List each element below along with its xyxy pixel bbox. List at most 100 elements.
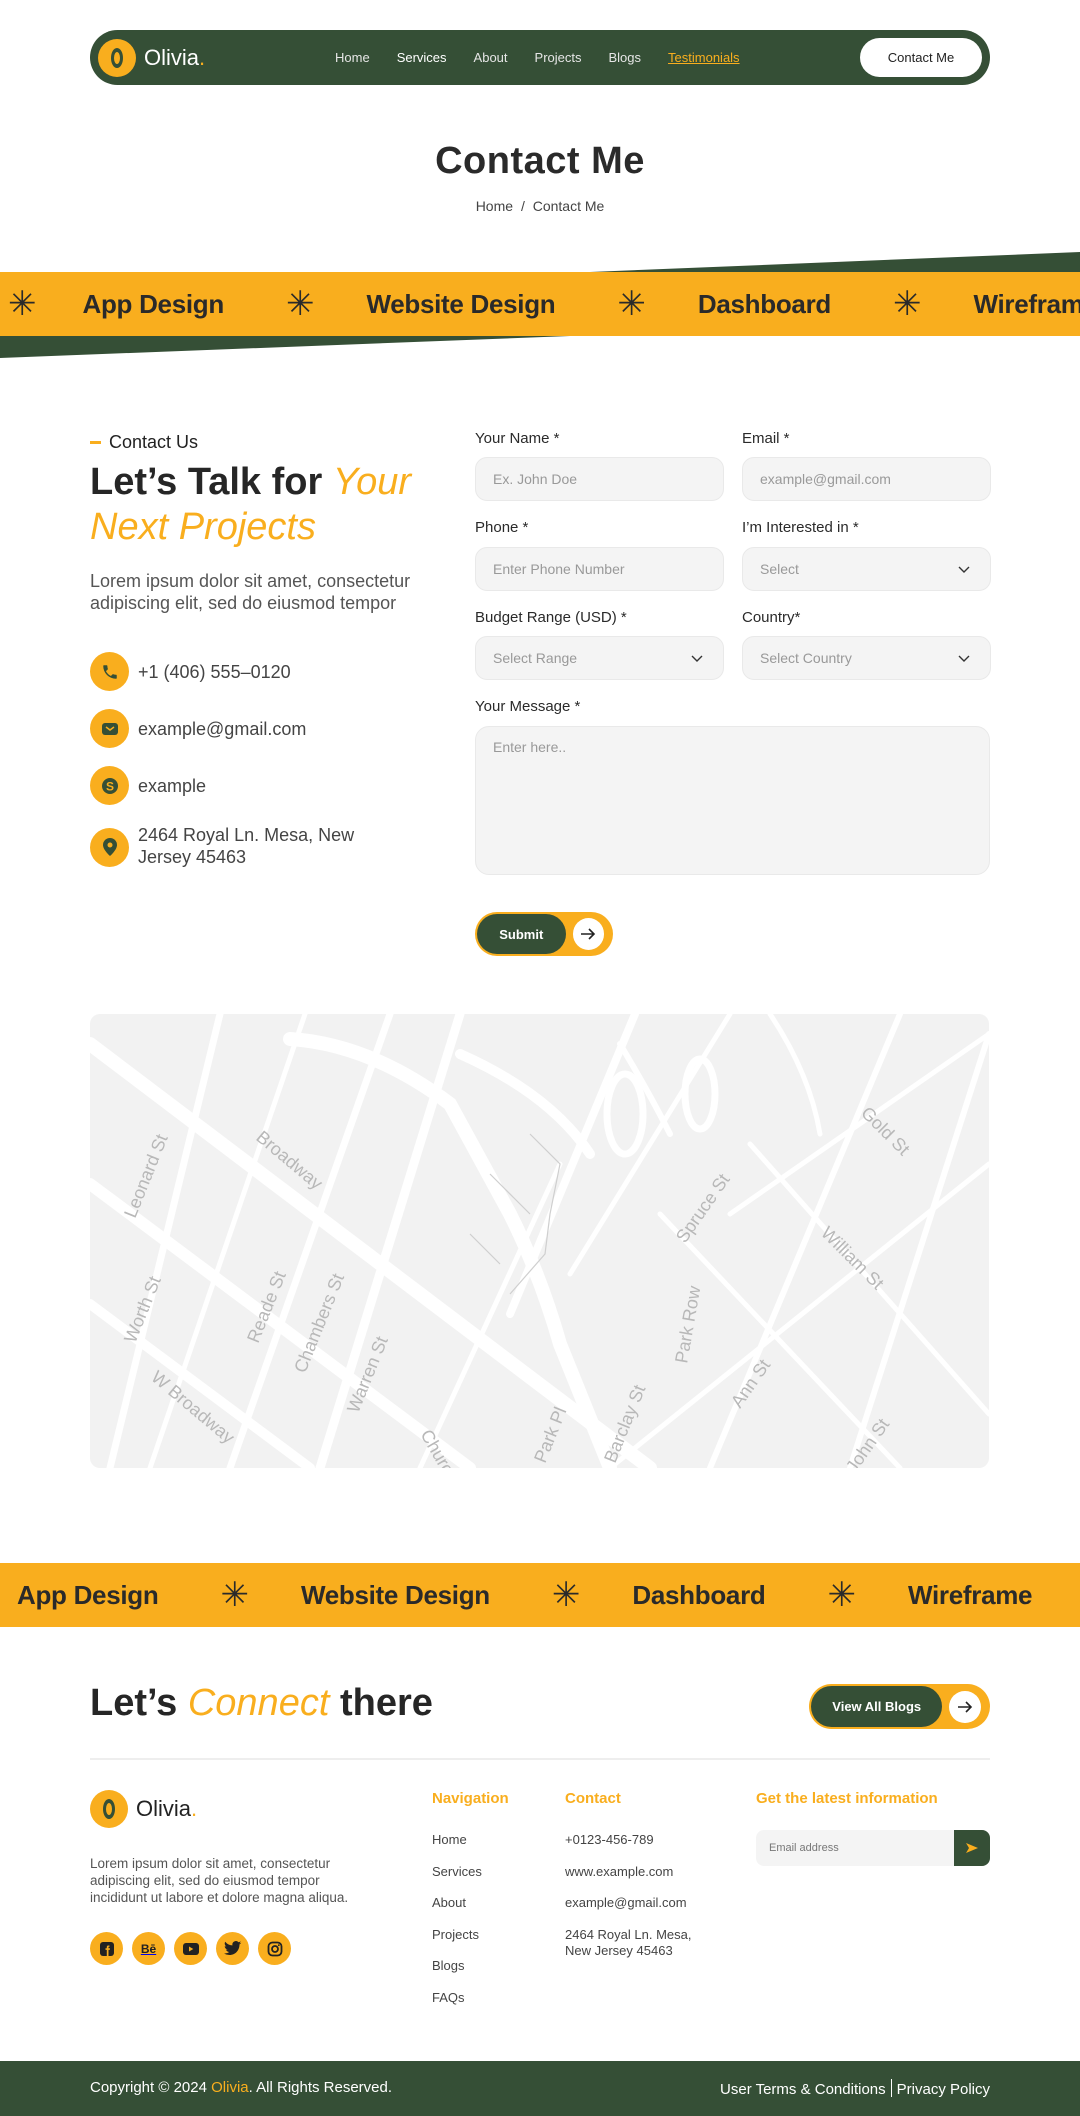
footer-nav-blogs[interactable]: Blogs — [432, 1958, 482, 1990]
phone-input[interactable]: Enter Phone Number — [475, 547, 724, 591]
chevron-down-icon — [958, 655, 970, 662]
map-label: Gold St — [857, 1103, 914, 1160]
logo-icon — [90, 1790, 128, 1828]
ticker-item: Dashboard — [697, 288, 831, 319]
map-label: Park Row — [671, 1283, 704, 1364]
nav-home[interactable]: Home — [335, 50, 370, 65]
breadcrumb-home[interactable]: Home — [476, 198, 513, 214]
nav-about[interactable]: About — [474, 50, 508, 65]
footer-nav-about[interactable]: About — [432, 1895, 482, 1927]
contact-lead: Lorem ipsum dolor sit amet, consectetur … — [90, 571, 411, 613]
arrow-right-icon — [572, 918, 604, 950]
footer-contact-email[interactable]: example@gmail.com — [565, 1895, 695, 1927]
ticker-item: Wireframe — [907, 1579, 1033, 1610]
breadcrumb-current: Contact Me — [532, 198, 605, 214]
map-label: Park Pl — [530, 1404, 570, 1465]
link-separator — [890, 2079, 892, 2097]
footer-logo[interactable]: Olivia. — [90, 1790, 197, 1828]
name-label: Your Name * — [475, 430, 560, 447]
message-textarea[interactable]: Enter here.. — [475, 726, 990, 875]
footer-divider — [90, 1758, 990, 1760]
privacy-link[interactable]: Privacy Policy — [897, 2081, 990, 2098]
newsletter-title: Get the latest information — [756, 1790, 938, 1807]
footer-nav-projects[interactable]: Projects — [432, 1927, 482, 1959]
contact-skype[interactable]: S example — [90, 766, 206, 805]
contact-email[interactable]: example@gmail.com — [90, 709, 306, 748]
map-label: Spruce St — [672, 1170, 734, 1246]
name-input[interactable]: Ex. John Doe — [475, 457, 724, 501]
nav-projects[interactable]: Projects — [535, 50, 582, 65]
footer-nav-title: Navigation — [432, 1790, 509, 1807]
contact-me-button[interactable]: Contact Me — [860, 38, 982, 77]
behance-icon[interactable]: Bē — [132, 1932, 165, 1965]
asterisk-icon: ✳ — [827, 1576, 856, 1614]
page-title: Contact Me — [435, 140, 645, 182]
ticker-band-top: ✳ App Design ✳ Website Design ✳ Dashboar… — [0, 250, 1080, 360]
footer-contact-phone[interactable]: +0123-456-789 — [565, 1832, 695, 1864]
footer-nav-home[interactable]: Home — [432, 1832, 482, 1864]
view-all-blogs-label: View All Blogs — [811, 1686, 943, 1727]
asterisk-icon: ✳ — [8, 285, 37, 323]
submit-button[interactable]: Submit — [475, 912, 613, 956]
location-map[interactable]: Leonard St Broadway Worth St Reade St Ch… — [90, 1014, 989, 1468]
contact-phone[interactable]: +1 (406) 555–0120 — [90, 652, 291, 691]
twitter-icon[interactable] — [216, 1932, 249, 1965]
interest-select[interactable]: Select — [742, 547, 991, 591]
footer-nav-services[interactable]: Services — [432, 1864, 482, 1896]
budget-label: Budget Range (USD) * — [475, 609, 627, 626]
mail-icon — [90, 709, 129, 748]
breadcrumb: Home / Contact Me — [0, 198, 1080, 214]
phone-label: Phone * — [475, 519, 529, 536]
footer-nav-faqs[interactable]: FAQs — [432, 1990, 482, 2022]
terms-link[interactable]: User Terms & Conditions — [720, 2081, 886, 2098]
eyebrow-dash — [90, 441, 101, 444]
location-pin-icon — [90, 827, 129, 867]
send-icon — [966, 1843, 978, 1853]
skype-icon: S — [90, 766, 129, 805]
nav-services[interactable]: Services — [397, 50, 447, 65]
facebook-icon[interactable] — [90, 1932, 123, 1965]
asterisk-icon: ✳ — [617, 285, 646, 323]
legal-links: User Terms & Conditions Privacy Policy — [720, 2079, 990, 2098]
newsletter-email-input[interactable]: Email address — [756, 1830, 990, 1866]
footer-description: Lorem ipsum dolor sit amet, consectetur … — [90, 1856, 349, 1905]
arrow-right-icon — [949, 1690, 981, 1723]
footer-contact-title: Contact — [565, 1790, 621, 1807]
asterisk-icon: ✳ — [551, 1576, 581, 1614]
newsletter-send-button[interactable] — [954, 1830, 990, 1866]
ticker-item: App Design — [82, 288, 225, 319]
youtube-icon[interactable] — [174, 1932, 207, 1965]
footer-nav-list: Home Services About Projects Blogs FAQs — [432, 1832, 482, 2021]
connect-heading: Let’s Connect there — [90, 1682, 433, 1724]
chevron-down-icon — [691, 655, 703, 662]
ticker-item: Website Design — [300, 1579, 490, 1610]
view-all-blogs-button[interactable]: View All Blogs — [809, 1684, 990, 1729]
ticker-item: Dashboard — [632, 1579, 766, 1610]
top-navbar: Olivia. Home Services About Projects Blo… — [90, 30, 990, 85]
ticker-band-bottom: App Design ✳ Website Design ✳ Dashboard … — [0, 1563, 1080, 1627]
ticker-item: App Design — [17, 1579, 159, 1610]
ticker-item: Wireframe — [973, 288, 1080, 319]
footer-contact-list: +0123-456-789 www.example.com example@gm… — [565, 1832, 695, 1959]
asterisk-icon: ✳ — [892, 285, 922, 323]
footer-contact-website[interactable]: www.example.com — [565, 1864, 695, 1896]
nav-testimonials[interactable]: Testimonials — [668, 50, 740, 65]
nav-blogs[interactable]: Blogs — [609, 50, 642, 65]
country-label: Country* — [742, 609, 801, 626]
asterisk-icon: ✳ — [220, 1576, 249, 1614]
section-eyebrow: Contact Us — [90, 432, 198, 453]
contact-heading: Let’s Talk for Your Next Projects — [90, 461, 411, 548]
budget-select[interactable]: Select Range — [475, 636, 724, 680]
ticker-strip: ✳ App Design ✳ Website Design ✳ Dashboar… — [0, 272, 1080, 336]
map-label: William St — [817, 1223, 888, 1294]
logo-text[interactable]: Olivia. — [144, 45, 205, 71]
map-label: Worth St — [120, 1273, 165, 1345]
phone-icon — [90, 652, 129, 691]
chevron-down-icon — [958, 566, 970, 573]
country-select[interactable]: Select Country — [742, 636, 991, 680]
email-input[interactable]: example@gmail.com — [742, 457, 991, 501]
logo-icon[interactable] — [98, 38, 136, 77]
instagram-icon[interactable] — [258, 1932, 291, 1965]
contact-address: 2464 Royal Ln. Mesa, New Jersey 45463 — [90, 825, 368, 868]
ticker-item: Website Design — [366, 288, 556, 319]
